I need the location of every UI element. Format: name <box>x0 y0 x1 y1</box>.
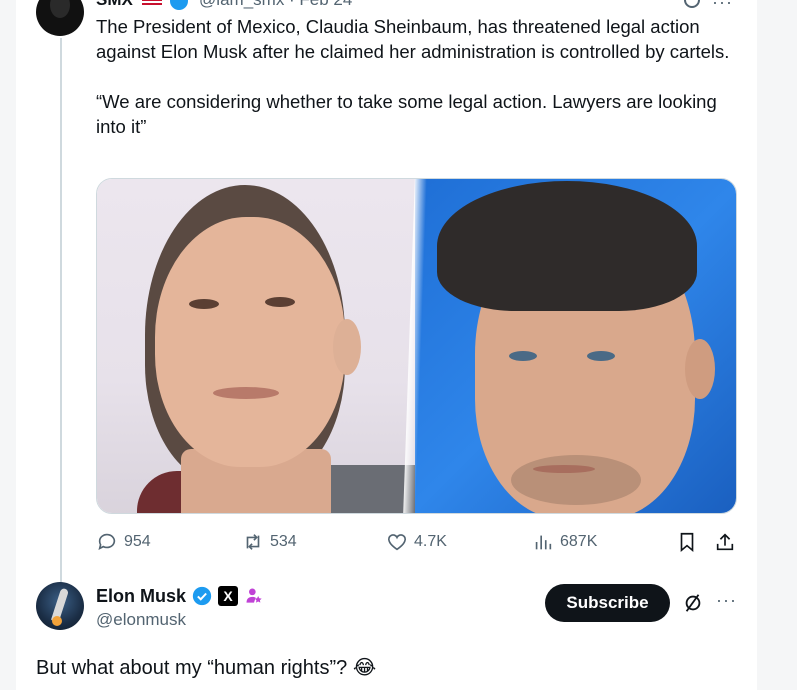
elonmusk-display-name[interactable]: Elon Musk <box>96 586 186 607</box>
share-icon <box>716 533 734 551</box>
eye-shape <box>587 351 615 361</box>
ear-shape <box>685 339 715 399</box>
reply-text-body: But what about my “human rights”? <box>36 657 353 679</box>
elonmusk-handle[interactable]: @elonmusk <box>96 610 186 630</box>
mouth-shape <box>213 387 279 399</box>
analytics-icon <box>535 535 552 550</box>
stubble-shape <box>511 455 641 505</box>
eye-shape <box>189 299 219 309</box>
more-horizontal-icon[interactable]: ··· <box>712 0 733 13</box>
mouth-shape <box>533 465 595 473</box>
smx-display-name[interactable]: SMX <box>96 0 133 9</box>
right-gutter <box>757 0 797 690</box>
hair-shape <box>437 181 697 311</box>
like-button[interactable]: 4.7K <box>386 530 447 554</box>
left-gutter <box>0 0 16 690</box>
reply-header: Elon Musk X <box>96 585 264 607</box>
bookmark-icon <box>680 532 694 553</box>
x-affiliate-badge-icon[interactable]: X <box>218 586 239 606</box>
reply-icon <box>98 533 116 550</box>
share-button[interactable] <box>714 530 736 554</box>
tweet-action-bar: 954 534 4.7K 687K <box>96 530 746 554</box>
face-shape <box>155 217 345 467</box>
views-button[interactable]: 687K <box>532 530 597 554</box>
more-horizontal-icon[interactable]: ··· <box>716 590 737 611</box>
smx-tweet-text: The President of Mexico, Claudia Sheinba… <box>96 14 746 139</box>
repost-count: 534 <box>270 533 297 550</box>
reply-button[interactable]: 954 <box>96 530 151 554</box>
smx-tweet-header: SMX @iam_smx · Feb 24 <box>96 0 352 10</box>
photo-sheinbaum <box>97 179 419 513</box>
reply-count: 954 <box>124 533 151 550</box>
photo-musk <box>415 179 736 513</box>
tweet-paragraph: “We are considering whether to take some… <box>96 91 717 137</box>
bookmark-button[interactable] <box>676 530 698 554</box>
tweet-paragraph: The President of Mexico, Claudia Sheinba… <box>96 16 730 62</box>
heart-icon <box>387 534 407 551</box>
eye-shape <box>265 297 295 307</box>
subscribe-button[interactable]: Subscribe <box>545 584 670 622</box>
like-count: 4.7K <box>414 533 447 550</box>
repost-button[interactable]: 534 <box>242 530 297 554</box>
repost-icon <box>246 534 260 550</box>
ear-shape <box>333 319 361 375</box>
verified-badge-icon <box>192 586 212 606</box>
smx-handle-date[interactable]: @iam_smx · Feb 24 <box>199 0 352 9</box>
flame-shape <box>52 616 62 626</box>
elonmusk-avatar[interactable] <box>36 582 84 630</box>
avatar-silhouette <box>50 0 70 18</box>
tweet-media-image[interactable] <box>96 178 737 514</box>
laughing-emoji-icon: 😂 <box>352 655 377 679</box>
eye-shape <box>509 351 537 361</box>
thread-connector-line <box>60 38 62 583</box>
person-star-icon <box>246 588 262 603</box>
us-flag-icon <box>141 0 162 7</box>
views-count: 687K <box>560 533 598 550</box>
grok-icon[interactable] <box>682 592 704 614</box>
reply-tweet-text: But what about my “human rights”? 😂 <box>36 655 376 680</box>
